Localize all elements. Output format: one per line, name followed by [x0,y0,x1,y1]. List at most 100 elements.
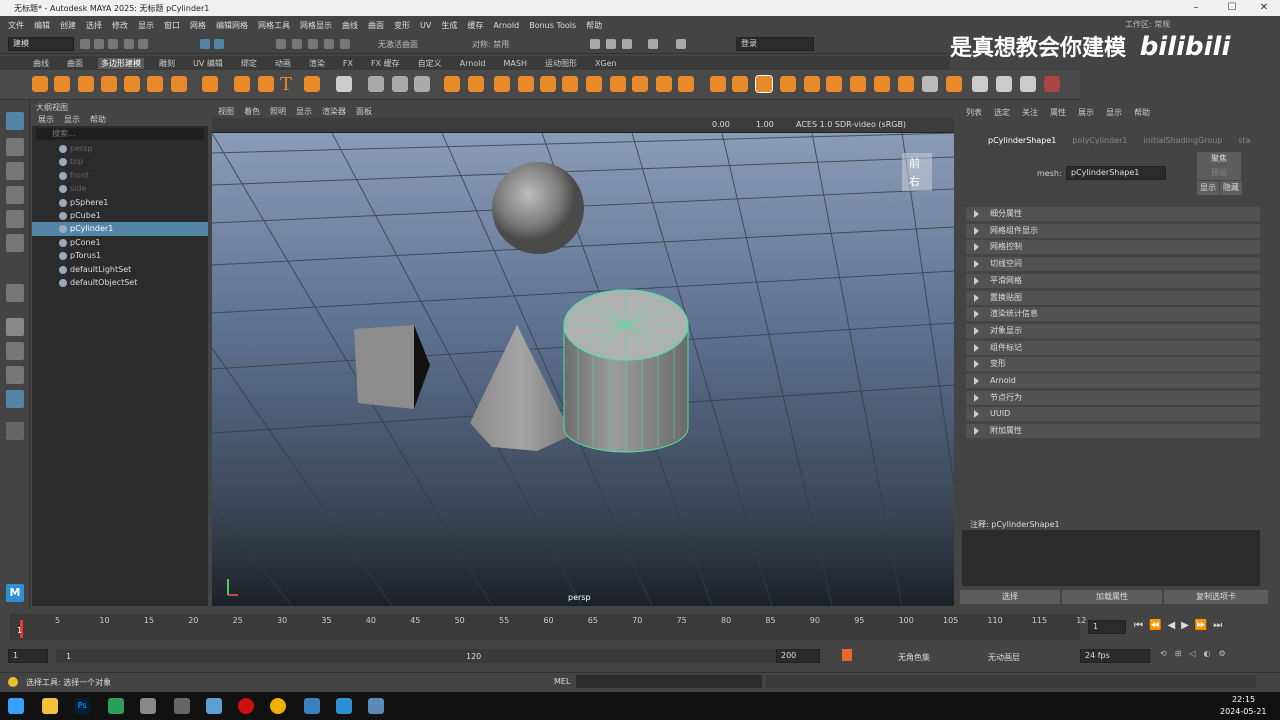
object-icon[interactable] [59,252,67,261]
outliner-item-label[interactable]: pCone1 [70,238,101,247]
save-scene-icon[interactable] [108,39,118,49]
windows-start-icon[interactable] [8,698,24,714]
time-tick[interactable]: 12 [1076,616,1086,625]
paint-select-icon[interactable] [6,162,24,180]
symmetry-label[interactable]: 对称: 禁用 [472,39,509,50]
undo-icon[interactable] [124,39,134,49]
notepad-icon[interactable] [140,698,156,714]
viewport-menu-item[interactable]: 照明 [270,106,286,117]
menu-item[interactable]: 缓存 [467,20,483,31]
outliner-item[interactable]: pSphere1 [32,196,208,209]
menu-item[interactable]: 曲线 [342,20,358,31]
outliner-item[interactable]: top [32,155,208,168]
object-icon[interactable] [59,278,67,287]
time-tick[interactable]: 70 [632,616,642,625]
uv-editor-icon[interactable] [780,76,796,92]
time-tick[interactable]: 10 [99,616,109,625]
menu-item[interactable]: 显示 [138,20,154,31]
object-icon[interactable] [59,171,67,180]
delete-history-icon[interactable] [922,76,938,92]
custom-shelf-icon[interactable] [1044,76,1060,92]
attr-menu-item[interactable]: 显示 [1106,107,1122,118]
load-attributes-button[interactable]: 加载属性 [1062,590,1162,604]
auto-key-icon[interactable] [842,649,852,661]
time-tick[interactable]: 40 [366,616,376,625]
quad-draw-icon[interactable] [732,76,748,92]
outliner-item[interactable]: pCube1 [32,209,208,222]
script-language-label[interactable]: MEL [554,677,570,686]
menu-item[interactable]: 网格 [190,20,206,31]
close-icon[interactable]: ✕ [1252,0,1276,16]
time-tick[interactable]: 75 [677,616,687,625]
photoshop-icon[interactable]: Ps [74,698,90,714]
workspace-label[interactable]: 工作区: 常规 [1125,19,1170,30]
attr-section[interactable]: 网格组件显示 [966,223,1260,238]
hypershade-icon[interactable] [648,39,658,49]
snap-surface-icon[interactable] [340,39,350,49]
anim-layer-dropdown[interactable]: 无动画层 [988,652,1020,663]
extrude-icon[interactable] [494,76,510,92]
outliner-item-label[interactable]: persp [70,144,93,153]
attr-menu-item[interactable]: 属性 [1050,107,1066,118]
shelf-tab[interactable]: FX [340,59,356,68]
outliner-item[interactable]: pTorus1 [32,249,208,262]
app3-icon[interactable] [368,698,384,714]
attr-menu-item[interactable]: 选定 [994,107,1010,118]
open-scene-icon[interactable] [94,39,104,49]
poly-cube-icon[interactable] [54,76,70,92]
time-tick[interactable]: 65 [588,616,598,625]
object-icon[interactable] [59,145,67,153]
two-pane-layout-icon[interactable] [6,366,24,384]
time-tick[interactable]: 20 [188,616,198,625]
viewport-menu-item[interactable]: 视图 [218,106,234,117]
menu-item[interactable]: 生成 [441,20,457,31]
render-icon[interactable] [590,39,600,49]
zoom-icon[interactable] [6,422,24,440]
object-icon[interactable] [59,198,67,207]
attr-section[interactable]: UUID [966,407,1260,422]
bridge-icon[interactable] [518,76,534,92]
mirror-icon[interactable] [468,76,484,92]
shelf-tab[interactable]: 自定义 [415,58,445,69]
shelf-tab[interactable]: UV 编辑 [190,58,226,69]
shelf-tab[interactable]: Arnold [457,59,489,68]
select-by-hierarchy-icon[interactable] [200,39,210,49]
select-by-object-icon[interactable] [214,39,224,49]
attr-section[interactable]: 网格控制 [966,240,1260,255]
gamma-value[interactable]: 1.00 [756,120,774,129]
poly-disc-icon[interactable] [171,76,187,92]
shelf-tab[interactable]: FX 缓存 [368,58,403,69]
outliner-item-label[interactable]: top [70,157,83,166]
search-app-icon[interactable] [304,698,320,714]
snap-view-icon[interactable] [324,39,334,49]
menu-item[interactable]: 网格显示 [300,20,332,31]
time-tick[interactable]: 35 [321,616,331,625]
sphere-object[interactable] [492,162,584,254]
combine-icon[interactable] [368,76,384,92]
object-icon[interactable] [59,265,67,274]
unfold-icon[interactable] [898,76,914,92]
app2-icon[interactable] [206,698,222,714]
select-tool-icon[interactable] [6,112,24,130]
shelf-tab[interactable]: 曲线 [30,58,52,69]
insert-loop-icon[interactable] [656,76,672,92]
file-explorer-icon[interactable] [42,698,58,714]
outliner-item[interactable]: side [32,182,208,195]
outliner-search-input[interactable]: 搜索... [36,128,204,140]
attr-section[interactable]: 变形 [966,357,1260,372]
menu-item[interactable]: Arnold [493,21,519,30]
poly-cone-icon[interactable] [101,76,117,92]
outliner-menu-item[interactable]: 显示 [64,114,80,126]
menu-item[interactable]: 修改 [112,20,128,31]
time-tick[interactable]: 85 [765,616,775,625]
menu-item[interactable]: 编辑 [34,20,50,31]
attr-tab[interactable]: sta [1238,136,1250,145]
measure-icon[interactable] [996,76,1012,92]
outliner-item-label[interactable]: defaultObjectSet [70,278,137,287]
lasso-tool-icon[interactable] [6,138,24,156]
time-tick[interactable]: 105 [943,616,958,625]
outliner-item-label[interactable]: defaultLightSet [70,265,131,274]
attr-menu-item[interactable]: 列表 [966,107,982,118]
shelf-tab[interactable]: 运动图形 [542,58,580,69]
snap-curve-icon[interactable] [292,39,302,49]
